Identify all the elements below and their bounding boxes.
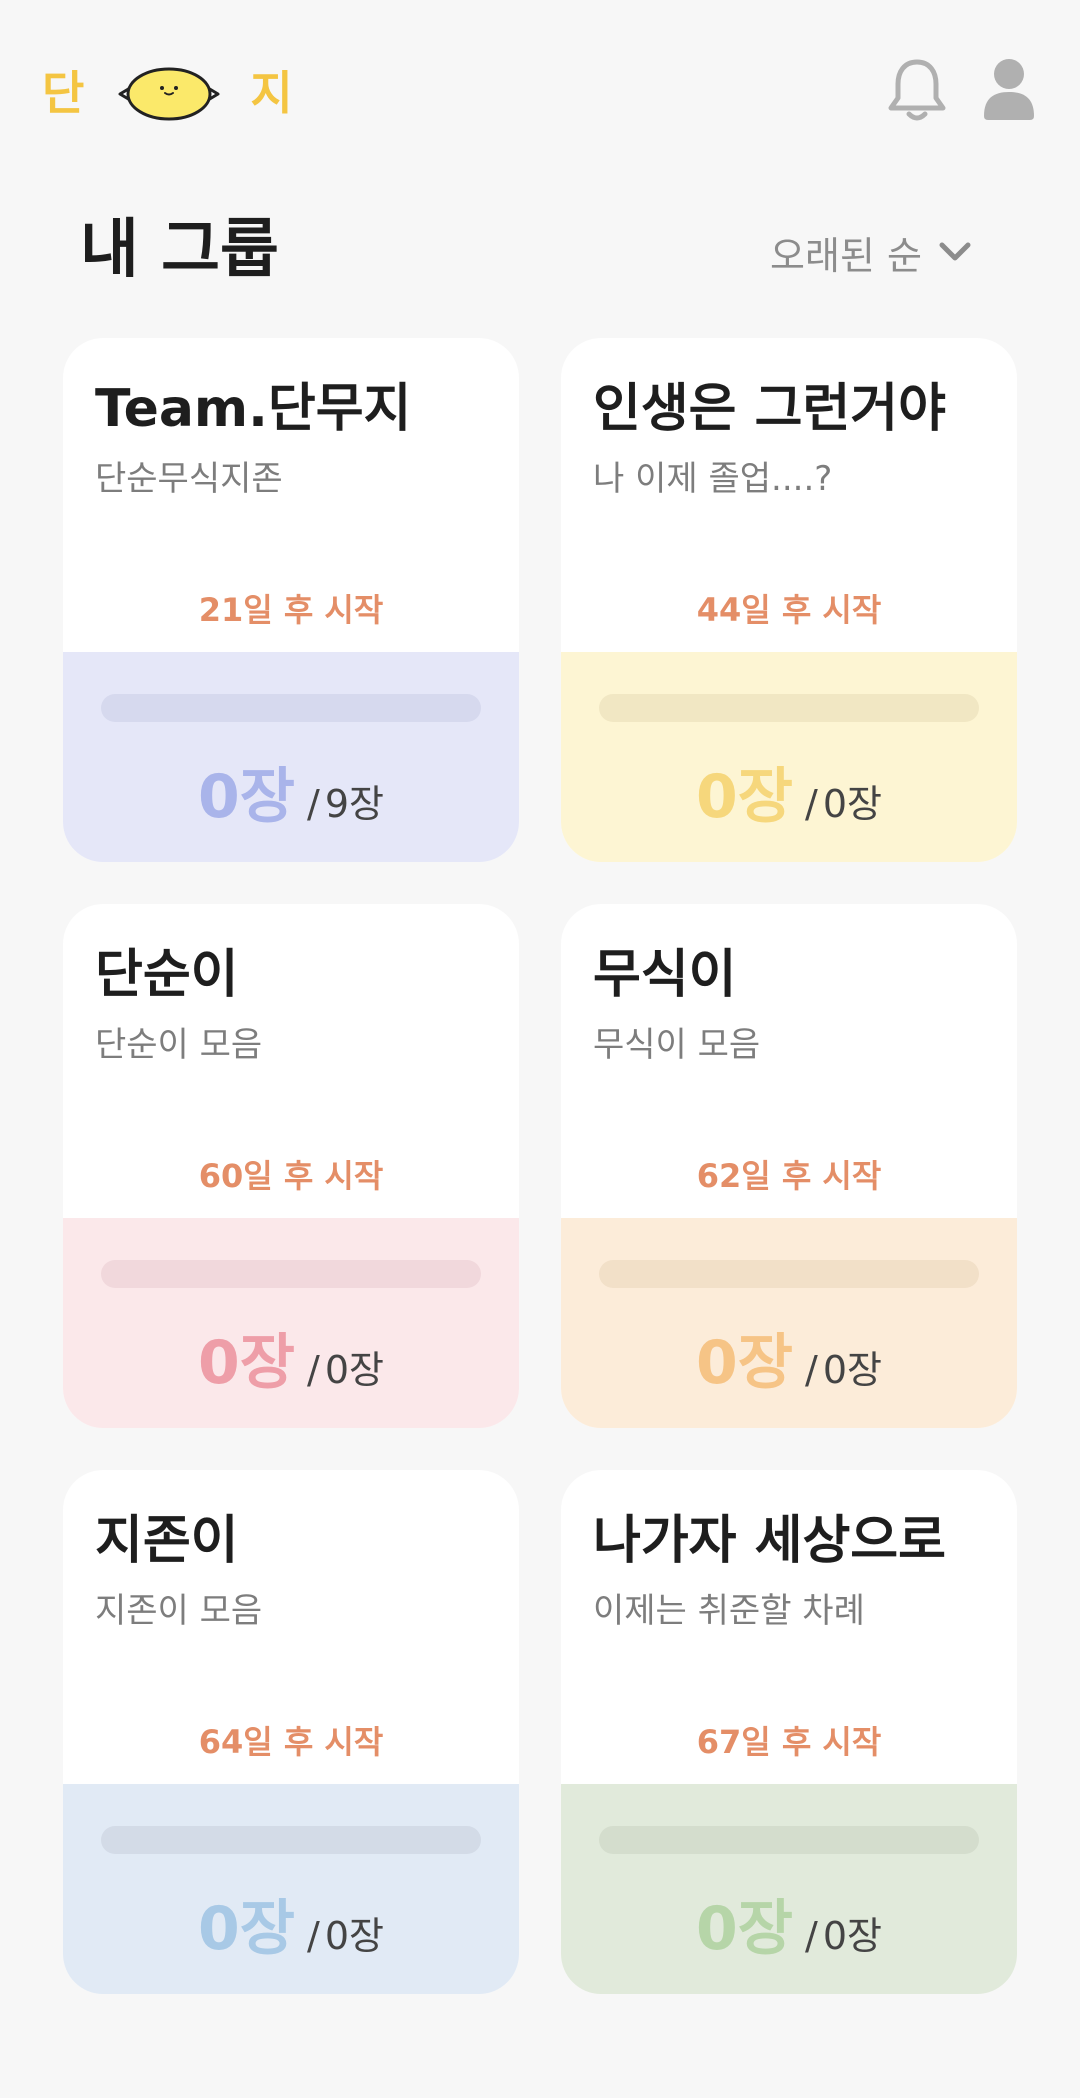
group-start-label: 21일 후 시작: [198, 591, 384, 629]
sort-label: 오래된 순: [770, 233, 922, 278]
photo-count: 0장/ 0장: [561, 1880, 1017, 1967]
progress-bar: [599, 694, 979, 722]
sort-dropdown[interactable]: 오래된 순: [770, 222, 972, 282]
progress-bar: [599, 1826, 979, 1854]
photo-count: 0장/ 0장: [561, 748, 1017, 835]
current-count: 0장: [198, 1328, 295, 1398]
total-count: 0장: [822, 1914, 882, 1958]
lemon-logo-icon: [118, 67, 220, 121]
group-subtitle: 단순이 모음: [95, 1025, 263, 1065]
count-separator: /: [306, 782, 320, 826]
total-count: 0장: [822, 782, 882, 826]
photo-count: 0장/ 0장: [63, 1314, 519, 1401]
current-count: 0장: [696, 762, 793, 832]
logo-left-char: 단: [42, 66, 85, 120]
group-progress-area: 0장/ 0장: [63, 1784, 519, 1994]
group-progress-area: 0장/ 0장: [63, 1218, 519, 1428]
group-title: 나가자 세상으로: [593, 1511, 946, 1571]
group-subtitle: 무식이 모음: [593, 1025, 761, 1065]
current-count: 0장: [198, 762, 295, 832]
group-title: 인생은 그런거야: [593, 379, 946, 439]
current-count: 0장: [696, 1328, 793, 1398]
count-separator: /: [804, 1348, 818, 1392]
page-title: 내 그룹: [80, 213, 279, 287]
logo-right-char: 지: [250, 66, 293, 120]
photo-count: 0장/ 9장: [63, 748, 519, 835]
group-title: 무식이: [593, 945, 737, 1005]
progress-bar: [101, 694, 481, 722]
chevron-down-icon: [939, 242, 971, 261]
bell-icon[interactable]: [886, 56, 948, 122]
group-start-label: 60일 후 시작: [198, 1157, 384, 1195]
progress-bar: [101, 1826, 481, 1854]
group-subtitle: 단순무식지존: [95, 459, 283, 499]
group-progress-area: 0장/ 9장: [63, 652, 519, 862]
group-title: Team.단무지: [95, 379, 412, 439]
progress-bar: [101, 1260, 481, 1288]
group-card[interactable]: 지존이지존이 모음 64일 후 시작 0장/ 0장: [63, 1470, 519, 1994]
app-logo[interactable]: 단 지: [42, 58, 293, 128]
group-subtitle: 이제는 취준할 차례: [593, 1591, 865, 1631]
group-card[interactable]: 나가자 세상으로이제는 취준할 차례 67일 후 시작 0장/ 0장: [561, 1470, 1017, 1994]
total-count: 0장: [324, 1914, 384, 1958]
group-title: 단순이: [95, 945, 239, 1005]
count-separator: /: [306, 1348, 320, 1392]
count-separator: /: [804, 782, 818, 826]
total-count: 0장: [324, 1348, 384, 1392]
group-card[interactable]: 무식이무식이 모음 62일 후 시작 0장/ 0장: [561, 904, 1017, 1428]
group-start-label: 67일 후 시작: [696, 1723, 882, 1761]
group-title: 지존이: [95, 1511, 239, 1571]
group-subtitle: 나 이제 졸업....?: [593, 459, 833, 499]
group-progress-area: 0장/ 0장: [561, 652, 1017, 862]
photo-count: 0장/ 0장: [63, 1880, 519, 1967]
group-card[interactable]: Team.단무지단순무식지존 21일 후 시작 0장/ 9장: [63, 338, 519, 862]
group-progress-area: 0장/ 0장: [561, 1784, 1017, 1994]
current-count: 0장: [198, 1894, 295, 1964]
count-separator: /: [804, 1914, 818, 1958]
current-count: 0장: [696, 1894, 793, 1964]
group-card[interactable]: 단순이단순이 모음 60일 후 시작 0장/ 0장: [63, 904, 519, 1428]
group-subtitle: 지존이 모음: [95, 1591, 263, 1631]
app-header: 단 지: [0, 0, 1080, 180]
group-start-label: 64일 후 시작: [198, 1723, 384, 1761]
count-separator: /: [306, 1914, 320, 1958]
group-card[interactable]: 인생은 그런거야나 이제 졸업....? 44일 후 시작 0장/ 0장: [561, 338, 1017, 862]
progress-bar: [599, 1260, 979, 1288]
total-count: 9장: [324, 782, 384, 826]
total-count: 0장: [822, 1348, 882, 1392]
group-progress-area: 0장/ 0장: [561, 1218, 1017, 1428]
user-icon[interactable]: [982, 56, 1036, 122]
photo-count: 0장/ 0장: [561, 1314, 1017, 1401]
group-start-label: 44일 후 시작: [696, 591, 882, 629]
group-start-label: 62일 후 시작: [696, 1157, 882, 1195]
